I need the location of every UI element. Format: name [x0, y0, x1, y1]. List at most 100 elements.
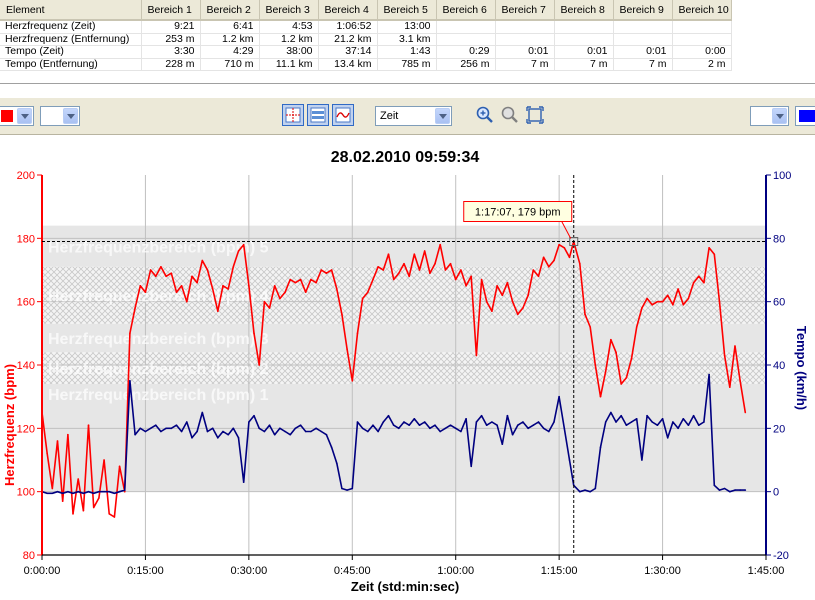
tempo-point [232, 427, 235, 430]
heart-rate-point [532, 269, 535, 271]
table-cell: 0:29 [436, 45, 496, 59]
table-row[interactable]: Herzfrequenz (Zeit) 9:21 6:41 4:53 1:06:… [0, 20, 732, 34]
heart-rate-point [304, 291, 307, 293]
column-header[interactable]: Bereich 2 [200, 0, 260, 21]
column-header[interactable]: Bereich 1 [141, 0, 201, 21]
table-row[interactable]: Herzfrequenz (Entfernung) 253 m 1.2 km 1… [0, 33, 732, 46]
heart-rate-point [56, 440, 59, 442]
column-header[interactable]: Bereich 7 [495, 0, 555, 21]
tempo-point [496, 424, 498, 426]
tempo-point [454, 427, 457, 430]
left-series-select[interactable] [40, 106, 80, 126]
row-label: Herzfrequenz (Zeit) [0, 20, 142, 34]
heart-rate-point [201, 259, 204, 262]
heart-rate-point [98, 497, 100, 499]
tempo-point [180, 430, 183, 433]
heart-rate-point [87, 424, 90, 426]
tempo-point [403, 421, 405, 423]
chart-area[interactable]: 28.02.2010 09:59:34 Herzfrequenzbereich … [0, 140, 815, 595]
tempo-point [154, 424, 157, 426]
tempo-point [304, 430, 307, 433]
column-header[interactable]: Bereich 6 [436, 0, 496, 21]
heart-rate-point [563, 247, 566, 249]
tempo-point [263, 430, 266, 433]
tempo-point [289, 433, 292, 436]
heart-rate-point [511, 300, 514, 303]
heart-rate-point [356, 332, 359, 335]
tempo-point [553, 421, 555, 423]
heart-rate-point [548, 266, 550, 268]
tempo-point [542, 427, 545, 430]
heart-rate-point [666, 294, 669, 297]
tempo-point [351, 487, 354, 490]
tempo-point [98, 490, 100, 493]
left-series-color-select[interactable] [0, 106, 34, 126]
heart-rate-point [134, 307, 136, 309]
row-label: Tempo (Entfernung) [0, 58, 142, 71]
heart-rate-point [594, 364, 597, 366]
heart-rate-point [677, 288, 679, 290]
fit-button[interactable] [524, 104, 546, 126]
heart-rate-point [217, 310, 219, 312]
heart-rate-point [118, 465, 121, 468]
xaxis-select-value: Zeit [380, 110, 399, 122]
right-series-select[interactable] [750, 106, 789, 126]
tempo-point [625, 424, 628, 426]
table-row[interactable]: Tempo (Zeit) 3:30 4:29 38:00 37:14 1:43 … [0, 45, 732, 59]
column-header[interactable]: Bereich 5 [377, 0, 437, 21]
table-cell: 2 m [672, 58, 732, 71]
smoothing-button[interactable] [332, 104, 354, 126]
table-row[interactable]: Tempo (Entfernung) 228 m 710 m 11.1 km 1… [0, 58, 732, 71]
table-cell [554, 33, 614, 46]
row-label: Tempo (Zeit) [0, 45, 142, 59]
column-header[interactable]: Bereich 10 [672, 0, 732, 21]
heart-rate-point [398, 272, 400, 274]
tempo-point [387, 414, 390, 417]
heart-rate-point [413, 253, 416, 255]
heart-rate-point [289, 278, 292, 281]
tempo-point [165, 427, 167, 430]
tempo-point [237, 437, 240, 439]
column-header[interactable]: Bereich 8 [554, 0, 614, 21]
tempo-point [511, 433, 514, 436]
column-header[interactable]: Bereich 3 [259, 0, 319, 21]
tempo-point [465, 418, 467, 420]
tempo-point [522, 421, 524, 423]
crosshair-button[interactable] [282, 104, 304, 126]
table-cell: 1:43 [377, 45, 437, 59]
tempo-point [170, 427, 173, 430]
tempo-point [46, 492, 48, 495]
chart-svg[interactable]: 28.02.2010 09:59:34 Herzfrequenzbereich … [0, 140, 815, 595]
tempo-point [558, 395, 560, 398]
heart-rate-point [387, 253, 390, 255]
column-header[interactable]: Bereich 4 [318, 0, 378, 21]
right-tick-label: 100 [773, 170, 791, 182]
heart-rate-point [160, 266, 162, 268]
tempo-point [361, 427, 364, 430]
tempo-point [377, 430, 379, 433]
zone-table: Element Bereich 1 Bereich 2 Bereich 3 Be… [0, 0, 732, 71]
column-header[interactable]: Bereich 9 [613, 0, 673, 21]
tempo-point [175, 424, 178, 426]
heart-rate-point [729, 386, 731, 388]
column-header[interactable]: Element [0, 0, 142, 21]
heart-rate-point [77, 478, 79, 480]
heart-rate-point [382, 269, 385, 271]
xaxis-select[interactable]: Zeit [375, 106, 452, 126]
tempo-point [346, 489, 348, 491]
tempo-point [646, 414, 648, 417]
right-series-color-select[interactable] [795, 106, 815, 126]
heart-rate-point [367, 291, 369, 293]
heart-rate-point [723, 354, 726, 357]
zoom-out-button[interactable] [499, 104, 521, 126]
tempo-point [82, 492, 85, 495]
heart-rate-point [253, 332, 255, 335]
heart-rate-point [656, 300, 659, 303]
heart-rate-point [279, 297, 281, 300]
heart-rate-point [92, 506, 95, 509]
heart-rate-point [377, 266, 379, 268]
heart-rate-point [294, 281, 297, 284]
zoom-in-button[interactable] [474, 104, 496, 126]
heart-rate-point [191, 275, 193, 278]
zones-button[interactable] [307, 104, 329, 126]
